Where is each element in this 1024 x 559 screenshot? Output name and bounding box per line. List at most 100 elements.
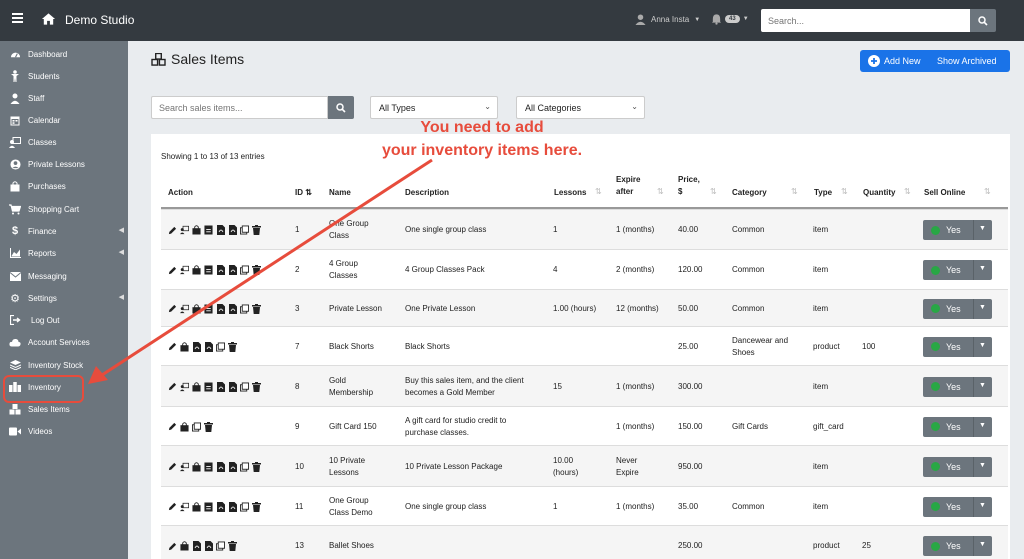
invoice-icon[interactable] bbox=[204, 304, 213, 314]
sidebar-item-settings[interactable]: ⚙ Settings ◀ bbox=[0, 288, 128, 308]
copy-icon[interactable] bbox=[240, 502, 249, 512]
caret-down-icon[interactable]: ▼ bbox=[979, 462, 986, 469]
caret-down-icon[interactable]: ▼ bbox=[979, 382, 986, 389]
sidebar-item-reports[interactable]: Reports ◀ bbox=[0, 243, 128, 263]
sidebar-item-account-services[interactable]: Account Services bbox=[0, 332, 128, 352]
column-header-id[interactable]: ID ⇅ bbox=[295, 187, 312, 199]
classes-icon[interactable] bbox=[180, 382, 189, 392]
pencil-icon[interactable] bbox=[168, 502, 177, 512]
sidebar-item-calendar[interactable]: Calendar bbox=[0, 110, 128, 130]
caret-down-icon[interactable]: ▼ bbox=[979, 422, 986, 429]
classes-icon[interactable] bbox=[180, 265, 189, 275]
sidebar-item-videos[interactable]: Videos bbox=[0, 421, 128, 441]
pdf-icon[interactable] bbox=[216, 381, 225, 392]
trash-icon[interactable] bbox=[252, 381, 261, 392]
sell-online-dropdown[interactable]: Yes ▼ bbox=[923, 220, 992, 240]
classes-icon[interactable] bbox=[180, 502, 189, 512]
pdf-icon[interactable] bbox=[228, 501, 237, 512]
column-header-category[interactable]: Category bbox=[732, 187, 767, 199]
pdf-icon[interactable] bbox=[204, 341, 213, 352]
sell-online-dropdown[interactable]: Yes ▼ bbox=[923, 376, 992, 397]
pdf-icon[interactable] bbox=[228, 265, 237, 275]
pdf-icon[interactable] bbox=[216, 265, 225, 275]
trash-icon[interactable] bbox=[204, 421, 213, 432]
copy-icon[interactable] bbox=[240, 304, 249, 314]
pencil-icon[interactable] bbox=[168, 541, 177, 551]
sell-online-dropdown[interactable]: Yes ▼ bbox=[923, 298, 992, 319]
copy-icon[interactable] bbox=[240, 462, 249, 472]
sidebar-item-purchases[interactable]: Purchases bbox=[0, 176, 128, 196]
pencil-icon[interactable] bbox=[168, 265, 177, 275]
trash-icon[interactable] bbox=[252, 303, 261, 314]
copy-icon[interactable] bbox=[240, 382, 249, 392]
pencil-icon[interactable] bbox=[168, 225, 177, 235]
copy-icon[interactable] bbox=[216, 541, 225, 551]
bag-icon[interactable] bbox=[192, 381, 201, 392]
sidebar-item-messaging[interactable]: Messaging bbox=[0, 266, 128, 286]
bag-icon[interactable] bbox=[180, 541, 189, 551]
global-search-button[interactable] bbox=[970, 9, 996, 32]
sidebar-item-private-lessons[interactable]: Private Lessons bbox=[0, 154, 128, 174]
sell-online-dropdown[interactable]: Yes ▼ bbox=[923, 456, 992, 477]
invoice-icon[interactable] bbox=[204, 225, 213, 235]
pdf-icon[interactable] bbox=[192, 541, 201, 551]
sidebar-item-dashboard[interactable]: Dashboard bbox=[0, 44, 128, 64]
hamburger-menu-icon[interactable] bbox=[12, 13, 23, 23]
pdf-icon[interactable] bbox=[228, 461, 237, 472]
sidebar-item-shopping-cart[interactable]: Shopping Cart bbox=[0, 199, 128, 219]
pdf-icon[interactable] bbox=[228, 303, 237, 314]
sidebar-item-inventory-stock[interactable]: Inventory Stock bbox=[0, 355, 128, 375]
pdf-icon[interactable] bbox=[216, 225, 225, 235]
invoice-icon[interactable] bbox=[204, 502, 213, 512]
sell-online-dropdown[interactable]: Yes ▼ bbox=[923, 416, 992, 437]
caret-down-icon[interactable]: ▼ bbox=[979, 502, 986, 509]
sell-online-dropdown[interactable]: Yes ▼ bbox=[923, 260, 992, 280]
sales-items-search-input[interactable] bbox=[151, 96, 328, 119]
sell-online-dropdown[interactable]: Yes ▼ bbox=[923, 336, 992, 357]
sell-online-dropdown[interactable]: Yes ▼ bbox=[923, 496, 992, 517]
trash-icon[interactable] bbox=[252, 501, 261, 512]
bag-icon[interactable] bbox=[192, 461, 201, 472]
invoice-icon[interactable] bbox=[204, 382, 213, 392]
bag-icon[interactable] bbox=[192, 303, 201, 314]
pencil-icon[interactable] bbox=[168, 304, 177, 314]
copy-icon[interactable] bbox=[216, 342, 225, 352]
column-header-expire-after[interactable]: Expire after bbox=[616, 174, 640, 198]
column-header-name[interactable]: Name bbox=[329, 187, 351, 199]
sidebar-item-staff[interactable]: Staff bbox=[0, 88, 128, 108]
column-header-lessons[interactable]: Lessons bbox=[554, 187, 586, 199]
caret-down-icon[interactable]: ▼ bbox=[979, 342, 986, 349]
classes-icon[interactable] bbox=[180, 304, 189, 314]
trash-icon[interactable] bbox=[252, 265, 261, 275]
pdf-icon[interactable] bbox=[228, 381, 237, 392]
sidebar-item-log-out[interactable]: Log Out bbox=[0, 310, 128, 330]
pdf-icon[interactable] bbox=[204, 541, 213, 551]
sidebar-item-students[interactable]: Students bbox=[0, 66, 128, 86]
bag-icon[interactable] bbox=[192, 501, 201, 512]
home-icon[interactable] bbox=[41, 12, 56, 26]
sell-online-dropdown[interactable]: Yes ▼ bbox=[923, 536, 992, 556]
column-header-quantity[interactable]: Quantity bbox=[863, 187, 895, 199]
pencil-icon[interactable] bbox=[168, 462, 177, 472]
sidebar-item-classes[interactable]: Classes bbox=[0, 132, 128, 152]
bag-icon[interactable] bbox=[180, 421, 189, 432]
pdf-icon[interactable] bbox=[216, 461, 225, 472]
copy-icon[interactable] bbox=[192, 422, 201, 432]
pdf-icon[interactable] bbox=[228, 225, 237, 235]
pdf-icon[interactable] bbox=[216, 303, 225, 314]
show-archived-button[interactable]: Show Archived bbox=[937, 56, 997, 66]
column-header-type[interactable]: Type bbox=[814, 187, 832, 199]
global-search-input[interactable] bbox=[761, 9, 970, 32]
pdf-icon[interactable] bbox=[192, 341, 201, 352]
column-header-description[interactable]: Description bbox=[405, 187, 449, 199]
pdf-icon[interactable] bbox=[216, 501, 225, 512]
invoice-icon[interactable] bbox=[204, 265, 213, 275]
trash-icon[interactable] bbox=[252, 461, 261, 472]
pencil-icon[interactable] bbox=[168, 422, 177, 432]
trash-icon[interactable] bbox=[228, 541, 237, 551]
pencil-icon[interactable] bbox=[168, 382, 177, 392]
sidebar-item-finance[interactable]: $ Finance ◀ bbox=[0, 221, 128, 241]
bag-icon[interactable] bbox=[180, 341, 189, 352]
column-header-price[interactable]: Price, $ bbox=[678, 174, 700, 198]
add-new-button[interactable]: Add New bbox=[860, 55, 921, 67]
